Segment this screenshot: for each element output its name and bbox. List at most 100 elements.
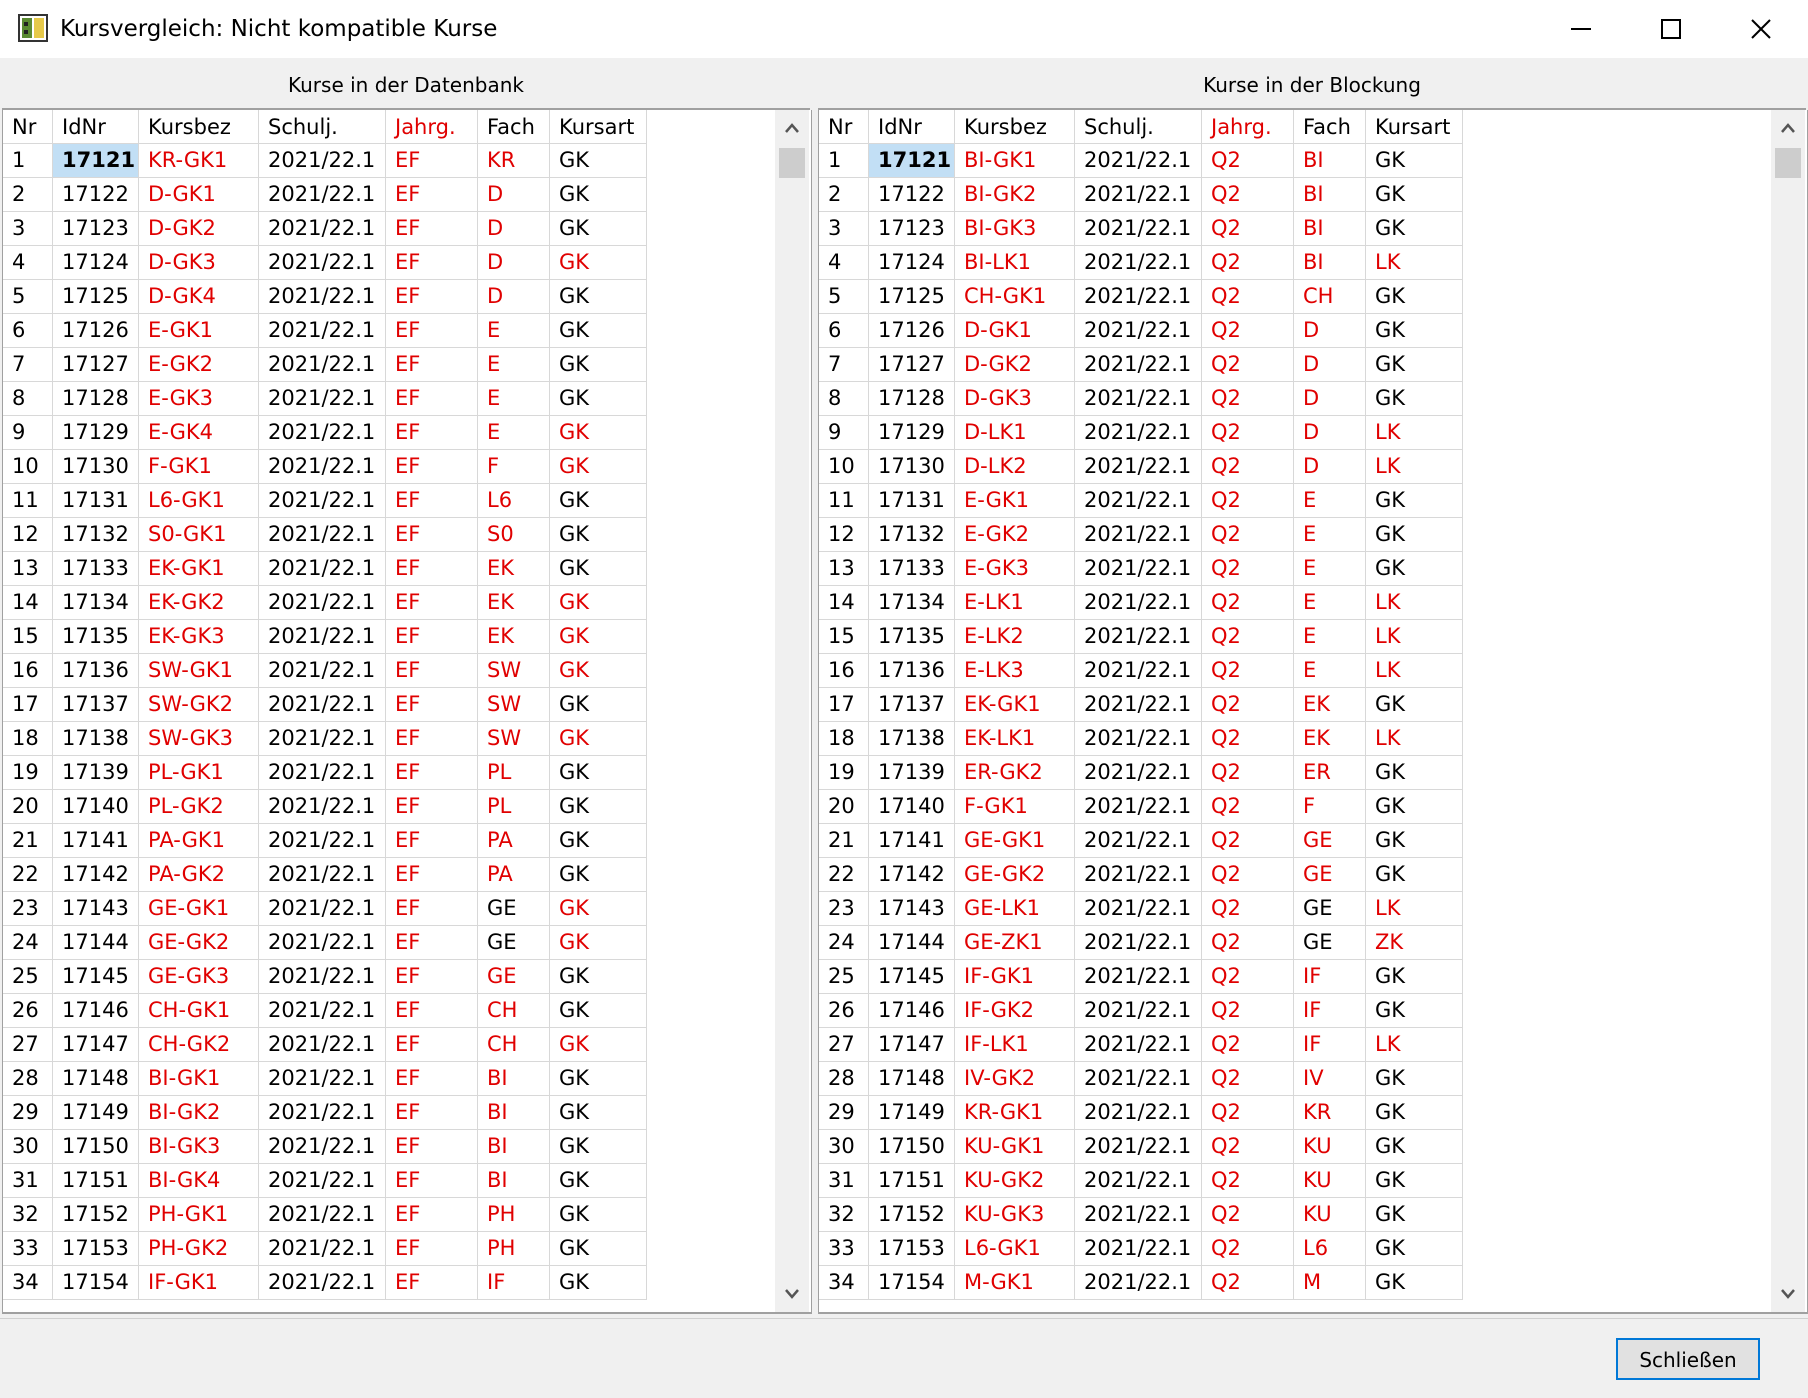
table-row[interactable]: 1 17121 BI-GK1 2021/22.1 Q2 BI GK — [819, 144, 1463, 178]
table-row[interactable]: 16 17136 SW-GK1 2021/22.1 EF SW GK — [3, 654, 647, 688]
table-row[interactable]: 22 17142 PA-GK2 2021/22.1 EF PA GK — [3, 858, 647, 892]
table-row[interactable]: 6 17126 D-GK1 2021/22.1 Q2 D GK — [819, 314, 1463, 348]
table-row[interactable]: 18 17138 SW-GK3 2021/22.1 EF SW GK — [3, 722, 647, 756]
table-row[interactable]: 24 17144 GE-ZK1 2021/22.1 Q2 GE ZK — [819, 926, 1463, 960]
left-scroll-down-button[interactable] — [775, 1276, 809, 1312]
table-row[interactable]: 4 17124 BI-LK1 2021/22.1 Q2 BI LK — [819, 246, 1463, 280]
table-row[interactable]: 13 17133 E-GK3 2021/22.1 Q2 E GK — [819, 552, 1463, 586]
table-row[interactable]: 2 17122 BI-GK2 2021/22.1 Q2 BI GK — [819, 178, 1463, 212]
table-row[interactable]: 10 17130 F-GK1 2021/22.1 EF F GK — [3, 450, 647, 484]
table-row[interactable]: 17 17137 EK-GK1 2021/22.1 Q2 EK GK — [819, 688, 1463, 722]
table-row[interactable]: 19 17139 PL-GK1 2021/22.1 EF PL GK — [3, 756, 647, 790]
table-row[interactable]: 27 17147 IF-LK1 2021/22.1 Q2 IF LK — [819, 1028, 1463, 1062]
right-course-grid[interactable]: Nr IdNr Kursbez Schulj. Jahrg. Fach Kursart 1 17… — [818, 110, 1808, 1314]
table-row[interactable]: 13 17133 EK-GK1 2021/22.1 EF EK GK — [3, 552, 647, 586]
table-row[interactable]: 1 17121 KR-GK1 2021/22.1 EF KR GK — [3, 144, 647, 178]
close-button[interactable]: Schließen — [1616, 1338, 1760, 1380]
table-row[interactable]: 28 17148 IV-GK2 2021/22.1 Q2 IV GK — [819, 1062, 1463, 1096]
table-row[interactable]: 10 17130 D-LK2 2021/22.1 Q2 D LK — [819, 450, 1463, 484]
column-header-kursbez[interactable]: Kursbez — [955, 110, 1075, 144]
table-row[interactable]: 21 17141 PA-GK1 2021/22.1 EF PA GK — [3, 824, 647, 858]
column-header-kursbez[interactable]: Kursbez — [139, 110, 259, 144]
table-row[interactable]: 31 17151 KU-GK2 2021/22.1 Q2 KU GK — [819, 1164, 1463, 1198]
table-row[interactable]: 15 17135 E-LK2 2021/22.1 Q2 E LK — [819, 620, 1463, 654]
table-row[interactable]: 11 17131 E-GK1 2021/22.1 Q2 E GK — [819, 484, 1463, 518]
table-row[interactable]: 22 17142 GE-GK2 2021/22.1 Q2 GE GK — [819, 858, 1463, 892]
table-row[interactable]: 4 17124 D-GK3 2021/22.1 EF D GK — [3, 246, 647, 280]
column-header-schulj[interactable]: Schulj. — [259, 110, 386, 144]
left-scroll-thumb[interactable] — [779, 148, 805, 178]
column-header-idnr[interactable]: IdNr — [53, 110, 139, 144]
table-row[interactable]: 19 17139 ER-GK2 2021/22.1 Q2 ER GK — [819, 756, 1463, 790]
table-row[interactable]: 30 17150 KU-GK1 2021/22.1 Q2 KU GK — [819, 1130, 1463, 1164]
column-header-kursart[interactable]: Kursart — [550, 110, 647, 144]
table-row[interactable]: 32 17152 KU-GK3 2021/22.1 Q2 KU GK — [819, 1198, 1463, 1232]
table-row[interactable]: 27 17147 CH-GK2 2021/22.1 EF CH GK — [3, 1028, 647, 1062]
right-scroll-down-button[interactable] — [1771, 1276, 1805, 1312]
table-row[interactable]: 24 17144 GE-GK2 2021/22.1 EF GE GK — [3, 926, 647, 960]
table-row[interactable]: 2 17122 D-GK1 2021/22.1 EF D GK — [3, 178, 647, 212]
column-header-nr[interactable]: Nr — [3, 110, 53, 144]
table-row[interactable]: 25 17145 GE-GK3 2021/22.1 EF GE GK — [3, 960, 647, 994]
table-row[interactable]: 3 17123 BI-GK3 2021/22.1 Q2 BI GK — [819, 212, 1463, 246]
table-row[interactable]: 21 17141 GE-GK1 2021/22.1 Q2 GE GK — [819, 824, 1463, 858]
cell-kursbez: PL-GK1 — [139, 756, 259, 790]
table-row[interactable]: 8 17128 D-GK3 2021/22.1 Q2 D GK — [819, 382, 1463, 416]
table-row[interactable]: 33 17153 PH-GK2 2021/22.1 EF PH GK — [3, 1232, 647, 1266]
table-row[interactable]: 12 17132 S0-GK1 2021/22.1 EF S0 GK — [3, 518, 647, 552]
table-row[interactable]: 26 17146 IF-GK2 2021/22.1 Q2 IF GK — [819, 994, 1463, 1028]
table-row[interactable]: 23 17143 GE-LK1 2021/22.1 Q2 GE LK — [819, 892, 1463, 926]
left-scrollbar[interactable] — [775, 110, 809, 1312]
table-row[interactable]: 23 17143 GE-GK1 2021/22.1 EF GE GK — [3, 892, 647, 926]
table-row[interactable]: 11 17131 L6-GK1 2021/22.1 EF L6 GK — [3, 484, 647, 518]
cell-jahrg: EF — [386, 1266, 478, 1300]
table-row[interactable]: 33 17153 L6-GK1 2021/22.1 Q2 L6 GK — [819, 1232, 1463, 1266]
left-scroll-up-button[interactable] — [775, 110, 809, 146]
table-row[interactable]: 6 17126 E-GK1 2021/22.1 EF E GK — [3, 314, 647, 348]
table-row[interactable]: 31 17151 BI-GK4 2021/22.1 EF BI GK — [3, 1164, 647, 1198]
column-header-kursart[interactable]: Kursart — [1366, 110, 1463, 144]
table-row[interactable]: 17 17137 SW-GK2 2021/22.1 EF SW GK — [3, 688, 647, 722]
table-row[interactable]: 32 17152 PH-GK1 2021/22.1 EF PH GK — [3, 1198, 647, 1232]
table-row[interactable]: 16 17136 E-LK3 2021/22.1 Q2 E LK — [819, 654, 1463, 688]
column-header-schulj[interactable]: Schulj. — [1075, 110, 1202, 144]
table-row[interactable]: 30 17150 BI-GK3 2021/22.1 EF BI GK — [3, 1130, 647, 1164]
table-row[interactable]: 3 17123 D-GK2 2021/22.1 EF D GK — [3, 212, 647, 246]
column-header-idnr[interactable]: IdNr — [869, 110, 955, 144]
table-row[interactable]: 7 17127 E-GK2 2021/22.1 EF E GK — [3, 348, 647, 382]
table-row[interactable]: 34 17154 IF-GK1 2021/22.1 EF IF GK — [3, 1266, 647, 1300]
close-window-button[interactable] — [1716, 0, 1806, 58]
table-row[interactable]: 20 17140 F-GK1 2021/22.1 Q2 F GK — [819, 790, 1463, 824]
table-row[interactable]: 18 17138 EK-LK1 2021/22.1 Q2 EK LK — [819, 722, 1463, 756]
table-row[interactable]: 14 17134 E-LK1 2021/22.1 Q2 E LK — [819, 586, 1463, 620]
right-scroll-thumb[interactable] — [1775, 148, 1801, 178]
right-scrollbar[interactable] — [1771, 110, 1805, 1312]
table-row[interactable]: 28 17148 BI-GK1 2021/22.1 EF BI GK — [3, 1062, 647, 1096]
table-row[interactable]: 29 17149 BI-GK2 2021/22.1 EF BI GK — [3, 1096, 647, 1130]
cell-kursart: GK — [1366, 1130, 1463, 1164]
table-row[interactable]: 5 17125 CH-GK1 2021/22.1 Q2 CH GK — [819, 280, 1463, 314]
table-row[interactable]: 20 17140 PL-GK2 2021/22.1 EF PL GK — [3, 790, 647, 824]
table-row[interactable]: 14 17134 EK-GK2 2021/22.1 EF EK GK — [3, 586, 647, 620]
table-row[interactable]: 29 17149 KR-GK1 2021/22.1 Q2 KR GK — [819, 1096, 1463, 1130]
left-course-grid[interactable]: Nr IdNr Kursbez Schulj. Jahrg. Fach Kursart 1 17… — [2, 110, 812, 1314]
table-row[interactable]: 26 17146 CH-GK1 2021/22.1 EF CH GK — [3, 994, 647, 1028]
table-row[interactable]: 25 17145 IF-GK1 2021/22.1 Q2 IF GK — [819, 960, 1463, 994]
table-row[interactable]: 12 17132 E-GK2 2021/22.1 Q2 E GK — [819, 518, 1463, 552]
table-row[interactable]: 7 17127 D-GK2 2021/22.1 Q2 D GK — [819, 348, 1463, 382]
column-header-nr[interactable]: Nr — [819, 110, 869, 144]
maximize-button[interactable] — [1626, 0, 1716, 58]
column-header-fach[interactable]: Fach — [478, 110, 550, 144]
table-row[interactable]: 34 17154 M-GK1 2021/22.1 Q2 M GK — [819, 1266, 1463, 1300]
table-row[interactable]: 15 17135 EK-GK3 2021/22.1 EF EK GK — [3, 620, 647, 654]
table-row[interactable]: 5 17125 D-GK4 2021/22.1 EF D GK — [3, 280, 647, 314]
right-scroll-up-button[interactable] — [1771, 110, 1805, 146]
minimize-button[interactable] — [1536, 0, 1626, 58]
table-row[interactable]: 9 17129 D-LK1 2021/22.1 Q2 D LK — [819, 416, 1463, 450]
table-row[interactable]: 9 17129 E-GK4 2021/22.1 EF E GK — [3, 416, 647, 450]
column-header-fach[interactable]: Fach — [1294, 110, 1366, 144]
grid-header-row: Nr IdNr Kursbez Schulj. Jahrg. Fach Kursart — [819, 110, 1463, 144]
table-row[interactable]: 8 17128 E-GK3 2021/22.1 EF E GK — [3, 382, 647, 416]
column-header-jahrg[interactable]: Jahrg. — [1202, 110, 1294, 144]
column-header-jahrg[interactable]: Jahrg. — [386, 110, 478, 144]
